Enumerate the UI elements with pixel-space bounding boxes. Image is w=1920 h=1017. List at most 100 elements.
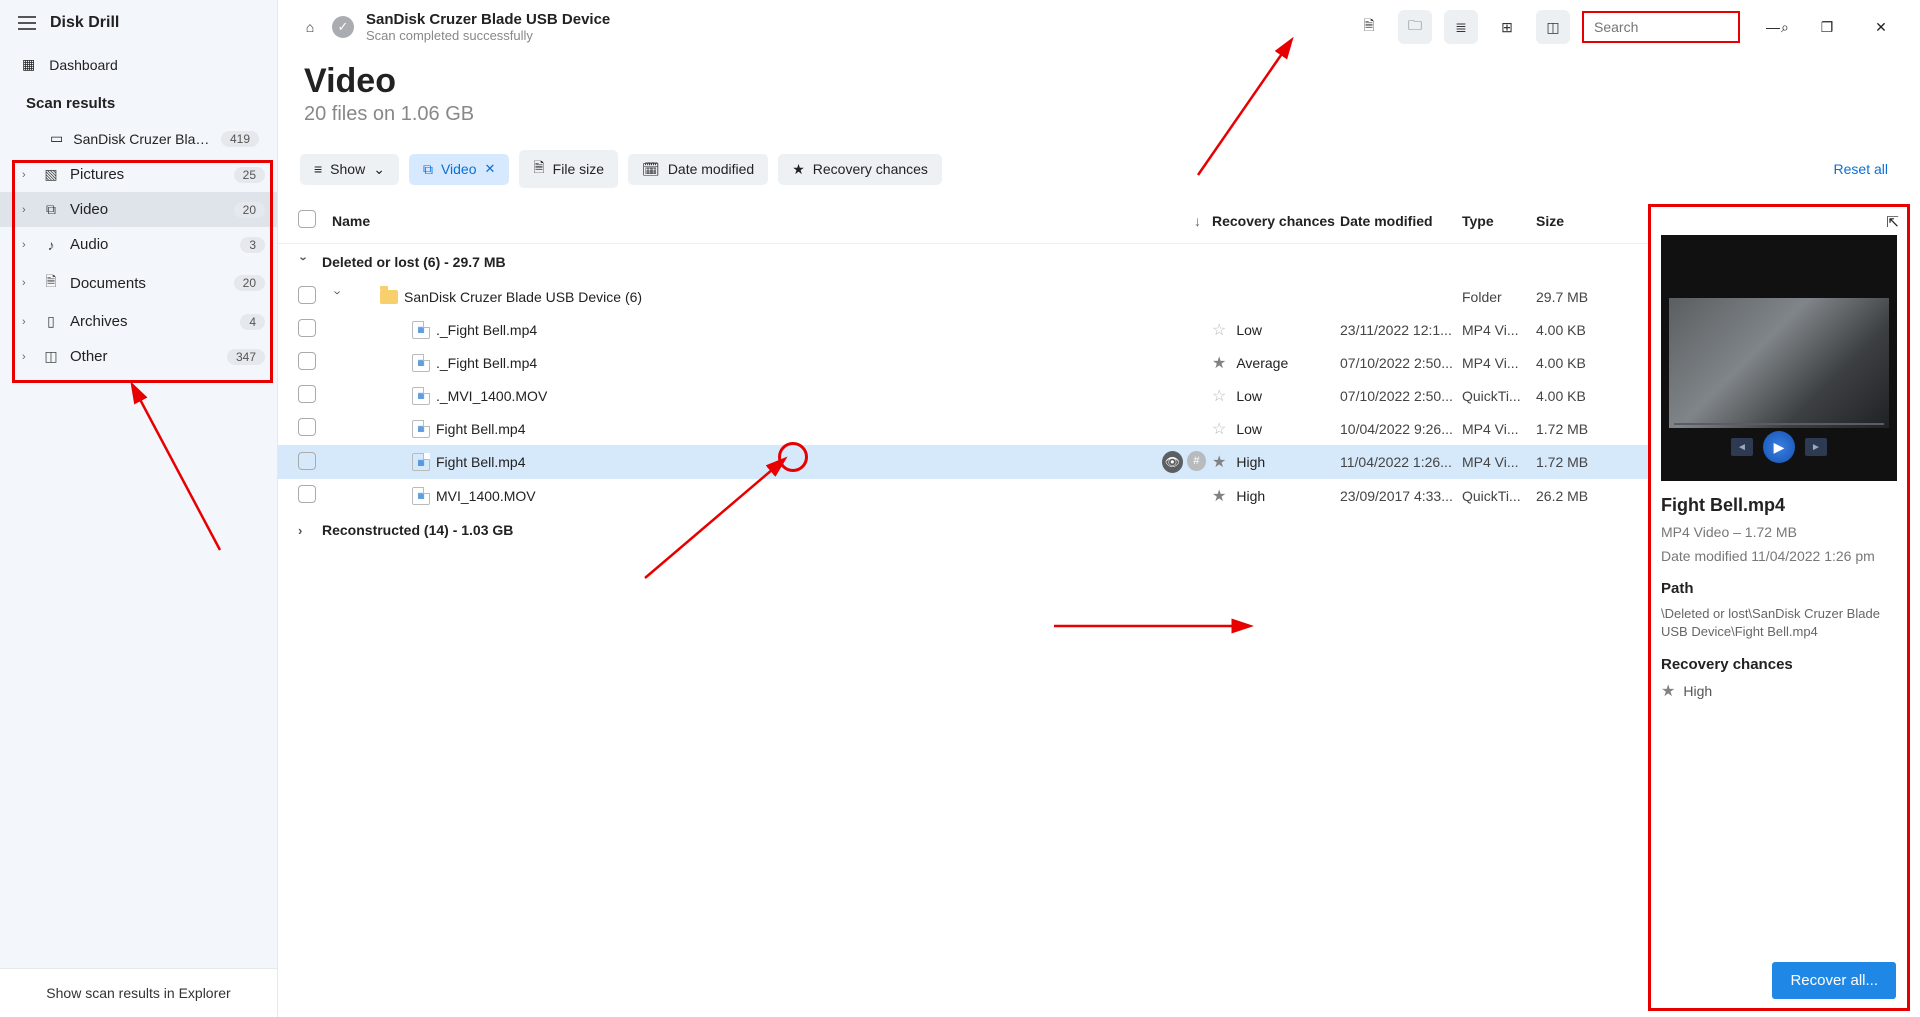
drive-icon: ▭ bbox=[50, 130, 63, 147]
play-button[interactable]: ▶ bbox=[1763, 431, 1795, 463]
show-in-explorer-button[interactable]: Show scan results in Explorer bbox=[0, 968, 277, 1017]
row-checkbox[interactable] bbox=[298, 352, 316, 370]
type-value: MP4 Vi... bbox=[1462, 454, 1536, 470]
folder-icon bbox=[380, 290, 398, 304]
recover-all-button[interactable]: Recover all... bbox=[1772, 962, 1896, 999]
dashboard-label: Dashboard bbox=[49, 57, 118, 73]
folder-row[interactable]: › SanDisk Cruzer Blade USB Device (6) Fo… bbox=[278, 280, 1648, 313]
group-deleted-or-lost[interactable]: › Deleted or lost (6) - 29.7 MB bbox=[278, 244, 1648, 280]
popout-icon[interactable]: ⇱ bbox=[1886, 213, 1899, 231]
file-name: ._Fight Bell.mp4 bbox=[436, 355, 1162, 371]
list-view-icon[interactable]: ≣ bbox=[1444, 10, 1478, 44]
row-checkbox[interactable] bbox=[298, 485, 316, 503]
preview-video[interactable]: ◄ ▶ ► bbox=[1661, 235, 1897, 481]
preview-panel: ⇱ ◄ ▶ ► Fight Bell.mp4 MP4 Video – 1.72 … bbox=[1648, 204, 1910, 1011]
other-icon: ◫ bbox=[42, 348, 60, 365]
chevron-right-icon: › bbox=[22, 351, 32, 363]
select-all-checkbox[interactable] bbox=[298, 210, 316, 228]
sidebar-item-archives[interactable]: › ▯ Archives 4 bbox=[0, 304, 277, 339]
preview-recovery-value: High bbox=[1683, 683, 1712, 699]
chevron-right-icon: › bbox=[298, 523, 310, 538]
sort-indicator-icon[interactable]: ↓ bbox=[1194, 213, 1212, 229]
sidebar-item-documents[interactable]: › 🗎 Documents 20 bbox=[0, 262, 277, 304]
device-row[interactable]: ▭ SanDisk Cruzer Blade US... 419 bbox=[0, 120, 277, 157]
file-row[interactable]: ▦Fight Bell.mp4👁#★High11/04/2022 1:26...… bbox=[278, 445, 1648, 479]
row-checkbox[interactable] bbox=[298, 452, 316, 470]
star-icon: ★ bbox=[1661, 681, 1675, 701]
preview-meta: MP4 Video – 1.72 MB bbox=[1661, 524, 1897, 540]
search-input[interactable] bbox=[1594, 19, 1775, 35]
prev-frame-icon[interactable]: ◄ bbox=[1731, 438, 1753, 456]
row-checkbox[interactable] bbox=[298, 385, 316, 403]
preview-thumbnail bbox=[1669, 298, 1889, 428]
row-checkbox[interactable] bbox=[298, 418, 316, 436]
close-button[interactable]: ✕ bbox=[1860, 12, 1902, 42]
minimize-button[interactable]: — bbox=[1752, 12, 1794, 42]
menu-icon[interactable] bbox=[18, 16, 36, 30]
device-label: SanDisk Cruzer Blade US... bbox=[73, 131, 211, 147]
file-name: Fight Bell.mp4 bbox=[436, 421, 1162, 437]
video-seek-bar[interactable] bbox=[1674, 423, 1884, 425]
show-dropdown[interactable]: ≡Show⌄ bbox=[300, 154, 399, 185]
file-icon: ▦ bbox=[412, 487, 430, 505]
hex-icon[interactable]: # bbox=[1187, 451, 1206, 471]
date-value: 23/09/2017 4:33... bbox=[1340, 488, 1462, 504]
video-icon: ⧉ bbox=[42, 201, 60, 218]
size-value: 4.00 KB bbox=[1536, 322, 1628, 338]
panel-toggle-icon[interactable]: ◫ bbox=[1536, 10, 1570, 44]
device-count: 419 bbox=[221, 131, 259, 147]
topbar: ⌂ ✓ SanDisk Cruzer Blade USB Device Scan… bbox=[278, 0, 1920, 54]
recovery-value: Low bbox=[1236, 388, 1262, 404]
date-value: 10/04/2022 9:26... bbox=[1340, 421, 1462, 437]
size-value: 26.2 MB bbox=[1536, 488, 1628, 504]
preview-eye-icon[interactable]: 👁 bbox=[1162, 451, 1183, 473]
maximize-button[interactable]: ❐ bbox=[1806, 12, 1848, 42]
filter-chip-recoverychances[interactable]: ★Recovery chances bbox=[778, 154, 942, 185]
chevron-down-icon[interactable]: › bbox=[331, 291, 346, 303]
folder-view-icon[interactable]: 🗀 bbox=[1398, 10, 1432, 44]
next-frame-icon[interactable]: ► bbox=[1805, 438, 1827, 456]
sidebar-item-dashboard[interactable]: ▦ Dashboard bbox=[0, 46, 277, 83]
file-view-icon[interactable]: 🗎 bbox=[1352, 10, 1386, 44]
group-reconstructed[interactable]: › Reconstructed (14) - 1.03 GB bbox=[278, 512, 1648, 548]
grid-icon: ▦ bbox=[22, 56, 35, 73]
row-checkbox[interactable] bbox=[298, 286, 316, 304]
grid-view-icon[interactable]: ⊞ bbox=[1490, 10, 1524, 44]
preview-path-label: Path bbox=[1661, 580, 1897, 597]
preview-recovery-label: Recovery chances bbox=[1661, 656, 1897, 673]
column-size[interactable]: Size bbox=[1536, 213, 1628, 229]
recovery-value: Average bbox=[1236, 355, 1288, 371]
search-input-container[interactable]: ⌕ bbox=[1582, 11, 1740, 43]
size-value: 4.00 KB bbox=[1536, 388, 1628, 404]
filter-bar: ≡Show⌄ ⧉Video✕ 🗎File size 🗓Date modified… bbox=[278, 140, 1920, 198]
close-icon[interactable]: ✕ bbox=[485, 161, 496, 177]
file-name: ._Fight Bell.mp4 bbox=[436, 322, 1162, 338]
filter-chip-datemodified[interactable]: 🗓Date modified bbox=[628, 154, 768, 185]
file-row[interactable]: ▦._Fight Bell.mp4★Average07/10/2022 2:50… bbox=[278, 346, 1648, 379]
star-icon: ☆ bbox=[1212, 386, 1226, 406]
file-row[interactable]: ▦Fight Bell.mp4☆Low10/04/2022 9:26...MP4… bbox=[278, 412, 1648, 445]
sidebar-item-other[interactable]: › ◫ Other 347 bbox=[0, 339, 277, 374]
page-title: Video bbox=[304, 62, 1894, 101]
sidebar: Disk Drill ▦ Dashboard Scan results ▭ Sa… bbox=[0, 0, 278, 1017]
row-checkbox[interactable] bbox=[298, 319, 316, 337]
column-type[interactable]: Type bbox=[1462, 213, 1536, 229]
sidebar-item-audio[interactable]: › ♪ Audio 3 bbox=[0, 227, 277, 262]
file-icon: ▦ bbox=[412, 453, 430, 471]
file-row[interactable]: ▦._Fight Bell.mp4☆Low23/11/2022 12:1...M… bbox=[278, 313, 1648, 346]
file-row[interactable]: ▦._MVI_1400.MOV☆Low07/10/2022 2:50...Qui… bbox=[278, 379, 1648, 412]
column-name[interactable]: Name bbox=[332, 213, 1194, 229]
recovery-value: Low bbox=[1236, 322, 1262, 338]
date-value: 23/11/2022 12:1... bbox=[1340, 322, 1462, 338]
chevron-down-icon: ⌄ bbox=[373, 161, 385, 178]
sidebar-item-pictures[interactable]: › ▧ Pictures 25 bbox=[0, 157, 277, 192]
star-icon: ☆ bbox=[1212, 419, 1226, 439]
home-icon[interactable]: ⌂ bbox=[300, 17, 320, 37]
filter-chip-filesize[interactable]: 🗎File size bbox=[519, 150, 618, 188]
column-recovery[interactable]: Recovery chances bbox=[1212, 213, 1340, 229]
column-date[interactable]: Date modified bbox=[1340, 213, 1462, 229]
reset-all-button[interactable]: Reset all bbox=[1834, 161, 1898, 177]
sidebar-item-video[interactable]: › ⧉ Video 20 bbox=[0, 192, 277, 227]
file-row[interactable]: ▦MVI_1400.MOV★High23/09/2017 4:33...Quic… bbox=[278, 479, 1648, 512]
filter-chip-video[interactable]: ⧉Video✕ bbox=[409, 154, 509, 185]
